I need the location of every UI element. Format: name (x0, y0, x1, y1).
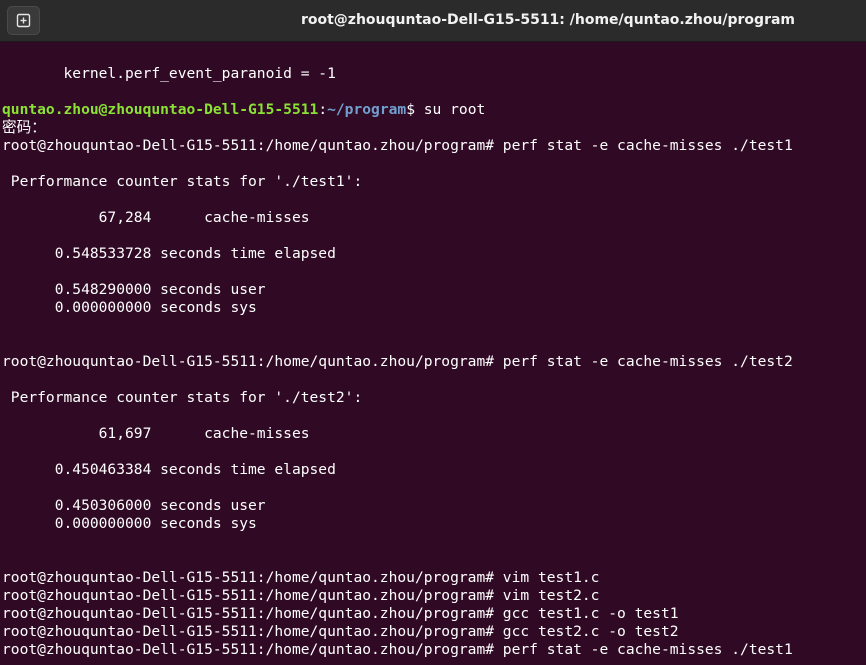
perf-header: Performance counter stats for './test1': (2, 173, 363, 190)
perf-time-elapsed: 0.548533728 seconds time elapsed (2, 245, 336, 262)
output-line: kernel.perf_event_paranoid = -1 (2, 65, 336, 82)
command-line: root@zhouquntao-Dell-G15-5511:/home/qunt… (2, 137, 793, 154)
prompt-command: $ su root (406, 101, 486, 118)
command-line: root@zhouquntao-Dell-G15-5511:/home/qunt… (2, 587, 600, 604)
prompt-separator: : (318, 101, 328, 118)
terminal-window: root@zhouquntao-Dell-G15-5511: /home/qun… (0, 0, 866, 665)
perf-cache-misses: 67,284 cache-misses (2, 209, 310, 226)
new-tab-button[interactable] (7, 6, 40, 35)
password-prompt: 密码： (2, 119, 46, 136)
perf-sys-time: 0.000000000 seconds sys (2, 299, 257, 316)
perf-time-elapsed: 0.450463384 seconds time elapsed (2, 461, 336, 478)
perf-user-time: 0.450306000 seconds user (2, 497, 266, 514)
prompt-line: quntao.zhou@zhouquntao-Dell-G15-5511:~/p… (2, 101, 485, 119)
perf-cache-misses: 61,697 cache-misses (2, 425, 310, 442)
prompt-path: ~/program (327, 101, 407, 118)
perf-sys-time: 0.000000000 seconds sys (2, 515, 257, 532)
command-line: root@zhouquntao-Dell-G15-5511:/home/qunt… (2, 641, 793, 658)
perf-user-time: 0.548290000 seconds user (2, 281, 266, 298)
command-line: root@zhouquntao-Dell-G15-5511:/home/qunt… (2, 353, 793, 370)
command-line: root@zhouquntao-Dell-G15-5511:/home/qunt… (2, 605, 679, 622)
command-line: root@zhouquntao-Dell-G15-5511:/home/qunt… (2, 569, 600, 586)
new-tab-icon (16, 13, 31, 28)
prompt-user-host: quntao.zhou@zhouquntao-Dell-G15-5511 (2, 101, 319, 118)
perf-header: Performance counter stats for './test2': (2, 389, 363, 406)
terminal-output[interactable]: kernel.perf_event_paranoid = -1 quntao.z… (0, 42, 866, 665)
command-line: root@zhouquntao-Dell-G15-5511:/home/qunt… (2, 623, 679, 640)
title-bar: root@zhouquntao-Dell-G15-5511: /home/qun… (0, 0, 866, 42)
window-title: root@zhouquntao-Dell-G15-5511: /home/qun… (300, 12, 796, 28)
